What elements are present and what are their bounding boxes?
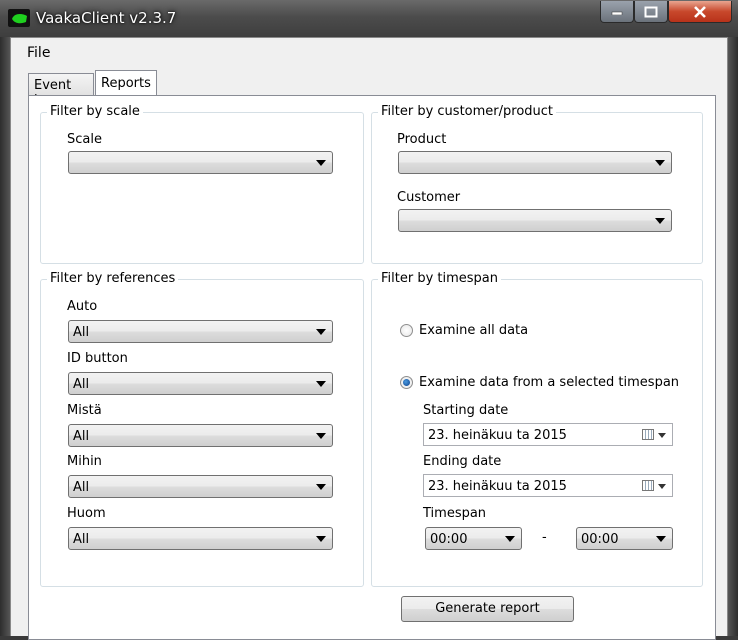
starting-date-picker[interactable]: 23. heinäkuu ta 2015 bbox=[423, 423, 673, 446]
time-separator: - bbox=[542, 530, 547, 545]
mihin-dropdown[interactable]: All bbox=[68, 475, 333, 498]
app-icon bbox=[8, 9, 30, 27]
id-button-value: All bbox=[73, 377, 90, 392]
menu-file[interactable]: File bbox=[27, 45, 50, 61]
app-window: VaakaClient v2.3.7 File Event log Report… bbox=[0, 0, 738, 640]
customer-product-group: Filter by customer/product Product Custo… bbox=[371, 104, 703, 264]
reports-tab-page: Filter by scale Scale Filter by customer… bbox=[28, 95, 716, 640]
id-button-dropdown[interactable]: All bbox=[68, 372, 333, 395]
client-area: File Event log Reports Filter by scale S… bbox=[10, 37, 728, 640]
customer-label: Customer bbox=[397, 190, 461, 205]
window-frame-right bbox=[728, 37, 738, 636]
mista-value: All bbox=[73, 429, 90, 444]
auto-value: All bbox=[73, 325, 90, 340]
chevron-down-icon bbox=[316, 329, 326, 335]
tab-event-log[interactable]: Event log bbox=[28, 73, 94, 108]
chevron-down-icon bbox=[656, 536, 666, 542]
calendar-icon[interactable] bbox=[642, 480, 654, 491]
ending-date-value: 23. heinäkuu ta 2015 bbox=[428, 479, 567, 494]
calendar-icon[interactable] bbox=[642, 429, 654, 440]
time-to-dropdown[interactable]: 00:00 bbox=[576, 527, 673, 550]
maximize-icon bbox=[644, 6, 658, 17]
examine-all-radio[interactable] bbox=[400, 324, 413, 337]
close-button[interactable] bbox=[668, 1, 732, 23]
chevron-down-icon bbox=[316, 536, 326, 542]
time-from-dropdown[interactable]: 00:00 bbox=[425, 527, 522, 550]
time-from-value: 00:00 bbox=[430, 532, 468, 547]
auto-label: Auto bbox=[67, 299, 98, 314]
mihin-value: All bbox=[73, 480, 90, 495]
chevron-down-icon bbox=[316, 381, 326, 387]
chevron-down-icon bbox=[505, 536, 515, 542]
id-button-label: ID button bbox=[67, 351, 128, 366]
maximize-button[interactable] bbox=[634, 1, 668, 23]
references-group-title: Filter by references bbox=[47, 271, 179, 286]
window-frame-left bbox=[0, 37, 10, 636]
mista-label: Mistä bbox=[67, 403, 102, 418]
auto-dropdown[interactable]: All bbox=[68, 320, 333, 343]
starting-date-label: Starting date bbox=[423, 403, 509, 418]
chevron-down-icon[interactable] bbox=[658, 484, 666, 489]
chevron-down-icon bbox=[655, 160, 665, 166]
huom-label: Huom bbox=[67, 506, 106, 521]
starting-date-value: 23. heinäkuu ta 2015 bbox=[428, 428, 567, 443]
product-label: Product bbox=[397, 132, 447, 147]
examine-selected-label[interactable]: Examine data from a selected timespan bbox=[419, 375, 679, 390]
chevron-down-icon bbox=[316, 484, 326, 490]
menu-bar: File bbox=[11, 38, 727, 66]
chevron-down-icon bbox=[316, 433, 326, 439]
generate-report-button[interactable]: Generate report bbox=[401, 596, 574, 622]
scale-group-title: Filter by scale bbox=[47, 104, 143, 119]
chevron-down-icon bbox=[316, 160, 326, 166]
customer-dropdown[interactable] bbox=[398, 209, 672, 232]
scale-dropdown[interactable] bbox=[68, 151, 333, 174]
window-title: VaakaClient v2.3.7 bbox=[36, 9, 177, 27]
time-to-value: 00:00 bbox=[581, 532, 619, 547]
huom-dropdown[interactable]: All bbox=[68, 527, 333, 550]
minimize-icon bbox=[611, 11, 623, 15]
huom-value: All bbox=[73, 532, 90, 547]
chevron-down-icon bbox=[655, 218, 665, 224]
timespan-group: Filter by timespan Examine all data Exam… bbox=[371, 271, 703, 587]
ending-date-picker[interactable]: 23. heinäkuu ta 2015 bbox=[423, 474, 673, 497]
scale-label: Scale bbox=[67, 132, 102, 147]
chevron-down-icon[interactable] bbox=[658, 433, 666, 438]
timespan-group-title: Filter by timespan bbox=[378, 271, 502, 286]
references-group: Filter by references Auto All ID button … bbox=[40, 271, 364, 587]
examine-all-label[interactable]: Examine all data bbox=[419, 323, 528, 338]
close-icon bbox=[694, 5, 706, 18]
tab-reports[interactable]: Reports bbox=[95, 70, 157, 96]
customer-product-group-title: Filter by customer/product bbox=[378, 104, 557, 119]
mihin-label: Mihin bbox=[67, 454, 102, 469]
mista-dropdown[interactable]: All bbox=[68, 424, 333, 447]
minimize-button[interactable] bbox=[600, 1, 634, 23]
ending-date-label: Ending date bbox=[423, 454, 502, 469]
examine-selected-radio[interactable] bbox=[400, 376, 413, 389]
product-dropdown[interactable] bbox=[398, 151, 672, 174]
title-bar[interactable]: VaakaClient v2.3.7 bbox=[0, 0, 738, 37]
timespan-label: Timespan bbox=[423, 506, 487, 521]
scale-group: Filter by scale Scale bbox=[40, 104, 364, 264]
